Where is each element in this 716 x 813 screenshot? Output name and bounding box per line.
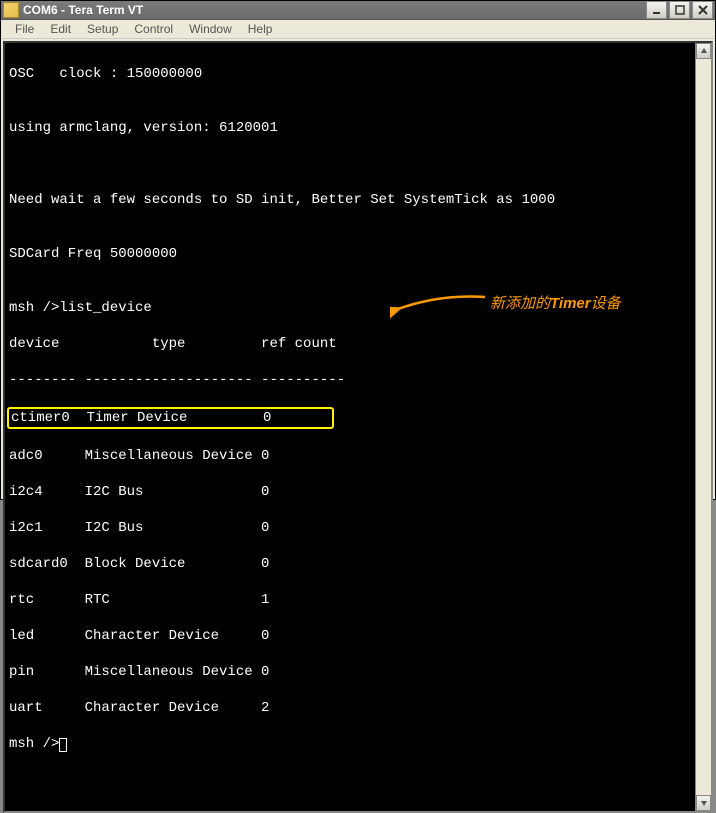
prompt-line: msh /> (9, 735, 691, 753)
terminal-line: OSC clock : 150000000 (9, 65, 691, 83)
titlebar[interactable]: COM6 - Tera Term VT (1, 1, 715, 20)
table-row: pin Miscellaneous Device 0 (9, 663, 691, 681)
terminal-line: msh />list_device (9, 299, 691, 317)
menubar: File Edit Setup Control Window Help (1, 20, 715, 39)
terminal-line: Need wait a few seconds to SD init, Bett… (9, 191, 691, 209)
table-row: i2c1 I2C Bus 0 (9, 519, 691, 537)
menu-edit[interactable]: Edit (42, 20, 79, 38)
chevron-down-icon (700, 799, 708, 807)
minimize-icon (652, 5, 662, 15)
cursor (59, 738, 67, 752)
highlight-box: ctimer0 Timer Device 0 (7, 407, 334, 429)
terminal-line: SDCard Freq 50000000 (9, 245, 691, 263)
table-row: adc0 Miscellaneous Device 0 (9, 447, 691, 465)
maximize-icon (675, 5, 685, 15)
menu-window[interactable]: Window (181, 20, 240, 38)
table-row-highlighted: ctimer0 Timer Device 0 (9, 407, 691, 429)
prompt: msh /> (9, 736, 59, 752)
close-icon (698, 5, 708, 15)
table-separator: -------- -------------------- ---------- (9, 371, 691, 389)
terminal[interactable]: OSC clock : 150000000 using armclang, ve… (5, 43, 695, 811)
menu-control[interactable]: Control (126, 20, 181, 38)
window-title: COM6 - Tera Term VT (23, 3, 646, 17)
scroll-up-button[interactable] (696, 43, 711, 59)
scroll-track[interactable] (696, 59, 711, 795)
close-button[interactable] (692, 1, 713, 19)
table-row: sdcard0 Block Device 0 (9, 555, 691, 573)
table-row: i2c4 I2C Bus 0 (9, 483, 691, 501)
menu-file[interactable]: File (7, 20, 42, 38)
table-row: led Character Device 0 (9, 627, 691, 645)
scroll-down-button[interactable] (696, 795, 711, 811)
table-row: uart Character Device 2 (9, 699, 691, 717)
table-row: rtc RTC 1 (9, 591, 691, 609)
minimize-button[interactable] (646, 1, 667, 19)
app-icon (3, 2, 19, 18)
terminal-line: using armclang, version: 6120001 (9, 119, 691, 137)
menu-help[interactable]: Help (240, 20, 281, 38)
table-header: device type ref count (9, 335, 691, 353)
maximize-button[interactable] (669, 1, 690, 19)
app-window: COM6 - Tera Term VT File Edit Setup Cont… (0, 0, 716, 500)
chevron-up-icon (700, 47, 708, 55)
menu-setup[interactable]: Setup (79, 20, 126, 38)
scrollbar[interactable] (695, 43, 711, 811)
terminal-container: OSC clock : 150000000 using armclang, ve… (3, 41, 713, 813)
window-controls (646, 1, 713, 19)
